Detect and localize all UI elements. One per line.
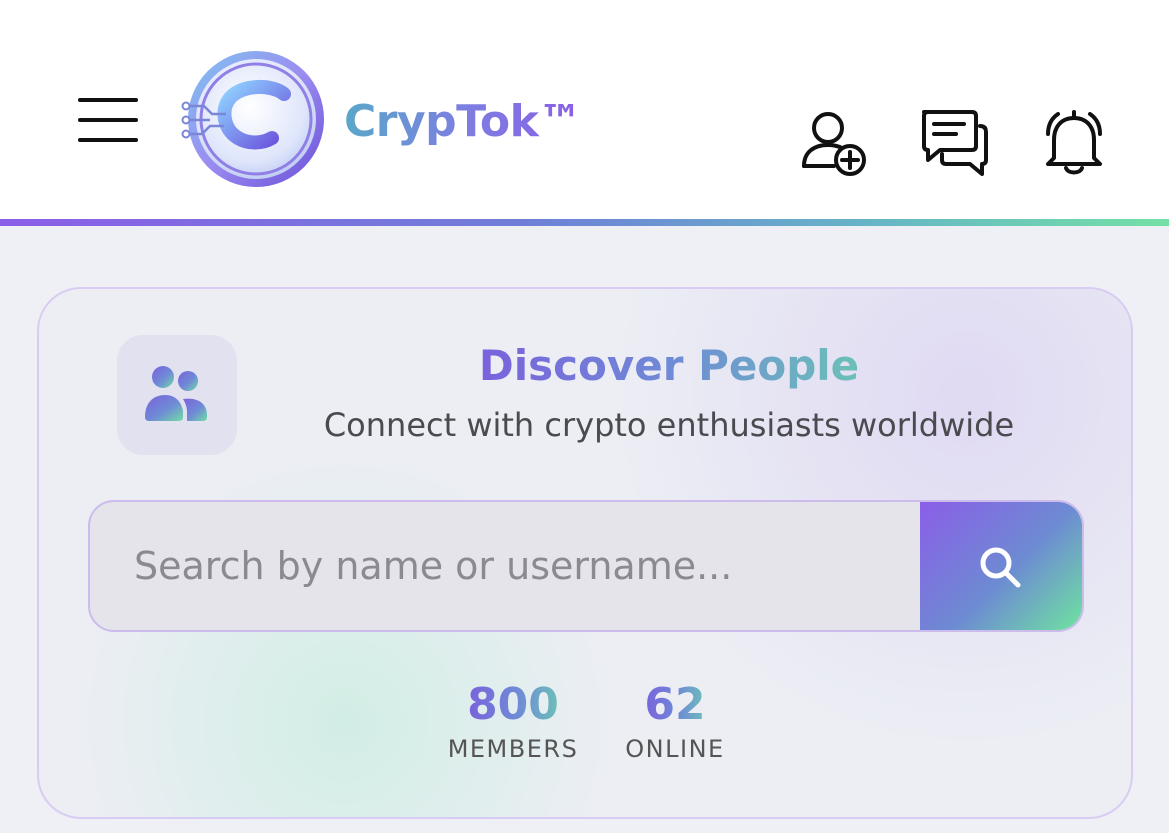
add-user-icon[interactable] xyxy=(798,108,870,178)
search-bar xyxy=(88,500,1084,632)
discover-subtitle: Connect with crypto enthusiasts worldwid… xyxy=(323,406,1015,444)
members-stat: 800 MEMBERS xyxy=(443,679,583,763)
search-icon xyxy=(980,547,1021,588)
brand-name[interactable]: CrypTok™ xyxy=(344,96,582,152)
search-button[interactable] xyxy=(920,502,1082,630)
members-label: MEMBERS xyxy=(447,735,579,763)
members-count: 800 xyxy=(467,679,559,730)
logo-icon xyxy=(180,46,330,192)
online-label: ONLINE xyxy=(625,735,725,763)
discover-people-card: Discover People Connect with crypto enth… xyxy=(37,287,1133,819)
app-header: CrypTok™ xyxy=(0,0,1169,220)
header-accent-rule xyxy=(0,219,1169,226)
hamburger-menu-icon[interactable] xyxy=(76,96,140,146)
discover-title: Discover People xyxy=(478,341,860,390)
bell-icon[interactable] xyxy=(1040,106,1108,178)
people-icon xyxy=(145,366,207,421)
online-count: 62 xyxy=(644,679,706,730)
online-stat: 62 ONLINE xyxy=(615,679,735,763)
chat-bubbles-icon[interactable] xyxy=(918,106,990,178)
people-badge xyxy=(117,335,237,455)
search-input[interactable] xyxy=(90,502,920,630)
